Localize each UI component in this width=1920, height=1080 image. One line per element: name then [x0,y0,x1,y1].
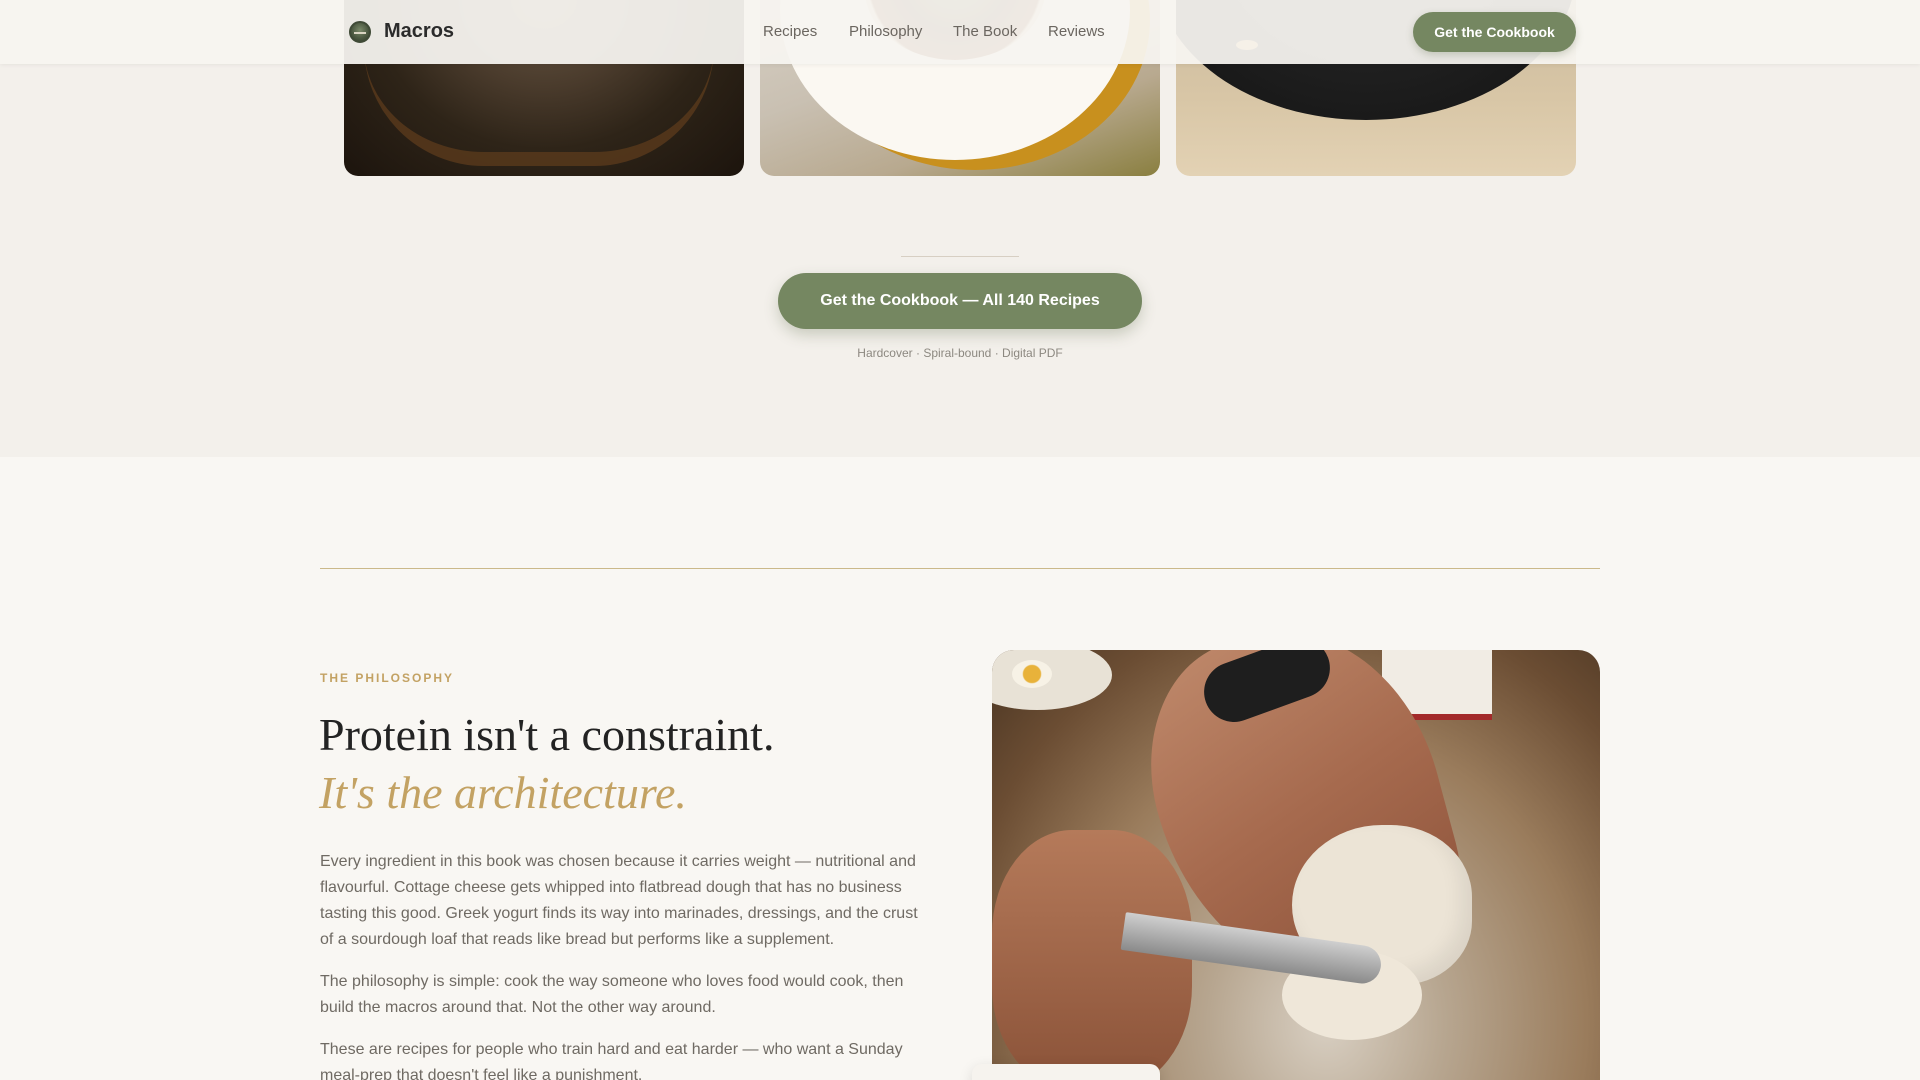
site-header: Macros Recipes Philosophy The Book Revie… [0,0,1920,64]
philosophy-paragraph: The philosophy is simple: cook the way s… [320,973,904,1016]
get-cookbook-all-recipes-button[interactable]: Get the Cookbook — All 140 Recipes [778,273,1142,329]
brand-name[interactable]: Macros [384,20,454,43]
logo-icon[interactable] [349,21,371,43]
get-cookbook-button[interactable]: Get the Cookbook [1413,12,1576,52]
gallery-section: Get the Cookbook — All 140 Recipes Hardc… [0,0,1920,457]
nav-philosophy[interactable]: Philosophy [849,23,922,40]
section-headline: Protein isn't a constraint. [319,709,775,760]
philosophy-paragraph: These are recipes for people who train h… [320,1041,903,1080]
nav-reviews[interactable]: Reviews [1048,23,1105,40]
section-eyebrow: THE PHILOSOPHY [320,671,455,685]
nav-the-book[interactable]: The Book [953,23,1017,40]
philosophy-paragraph: Every ingredient in this book was chosen… [320,853,918,948]
section-headline-accent: It's the architecture. [319,767,687,818]
floating-card [972,1064,1160,1080]
format-options-text: Hardcover · Spiral-bound · Digital PDF [857,346,1063,360]
divider [901,256,1019,257]
section-divider [320,568,1600,569]
nav-recipes[interactable]: Recipes [763,23,817,40]
dough-cutting-photo [992,650,1600,1080]
